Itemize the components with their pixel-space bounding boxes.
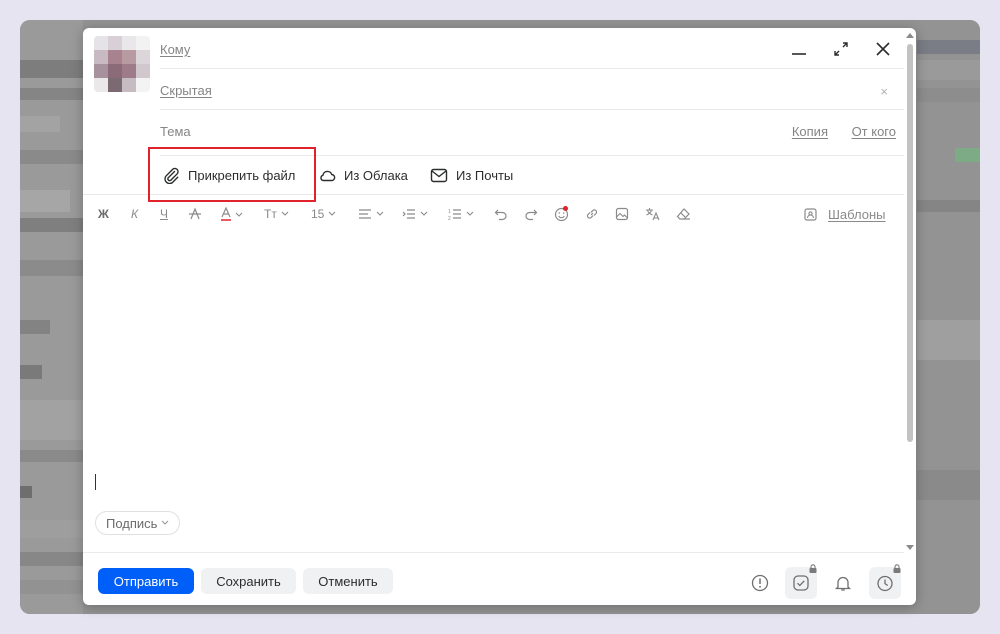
important-icon <box>751 574 769 592</box>
from-mail-button[interactable]: Из Почты <box>430 156 513 194</box>
svg-text:1: 1 <box>448 209 451 215</box>
text-style-icon: Тт <box>264 207 277 221</box>
minimize-button[interactable] <box>786 36 812 62</box>
important-button[interactable] <box>744 567 776 599</box>
strikethrough-button[interactable] <box>188 203 202 225</box>
underline-button[interactable]: Ч <box>160 203 168 225</box>
chevron-down-icon <box>281 211 289 216</box>
minimize-icon <box>792 53 806 55</box>
italic-button[interactable]: К <box>131 203 138 225</box>
templates-button[interactable]: Шаблоны <box>804 203 886 225</box>
close-icon <box>876 42 890 56</box>
templates-icon <box>804 207 817 221</box>
text-cursor <box>95 474 96 490</box>
compose-window: Кому Скрытая × Тема Копия От кого Прикре… <box>83 28 916 605</box>
link-icon <box>586 209 598 219</box>
list-icon: 12 <box>448 209 461 220</box>
avatar <box>94 36 150 92</box>
italic-icon: К <box>131 207 139 221</box>
cloud-icon <box>320 170 336 181</box>
chevron-down-icon <box>376 211 384 216</box>
clear-format-button[interactable] <box>676 203 691 225</box>
svg-text:2: 2 <box>448 216 451 220</box>
chevron-down-icon <box>466 211 474 216</box>
font-size-value: 15 <box>311 207 325 221</box>
subject-label[interactable]: Тема <box>160 124 191 139</box>
emoji-button[interactable] <box>554 203 569 225</box>
from-mail-label: Из Почты <box>456 167 514 183</box>
image-icon <box>615 207 629 221</box>
to-label[interactable]: Кому <box>160 42 190 57</box>
link-button[interactable] <box>585 203 599 225</box>
lock-icon <box>809 564 817 573</box>
undo-button[interactable] <box>494 203 508 225</box>
translate-icon <box>646 208 660 221</box>
text-style-button[interactable]: Тт <box>264 203 289 225</box>
send-button[interactable]: Отправить <box>98 568 194 594</box>
bcc-close-icon[interactable]: × <box>880 84 888 99</box>
redo-icon <box>525 209 538 221</box>
message-body[interactable] <box>83 233 904 551</box>
clear-format-icon <box>676 208 690 220</box>
expand-icon <box>834 42 848 56</box>
signature-dropdown[interactable]: Подпись <box>95 511 181 535</box>
align-button[interactable] <box>358 203 384 225</box>
envelope-icon <box>430 168 448 182</box>
expand-button[interactable] <box>828 36 854 62</box>
indent-button[interactable] <box>402 203 428 225</box>
bold-button[interactable]: Ж <box>98 203 109 225</box>
attach-file-highlight <box>148 147 316 202</box>
bcc-label[interactable]: Скрытая <box>160 83 212 98</box>
schedule-icon <box>877 575 893 592</box>
underline-icon: Ч <box>160 207 168 221</box>
receipt-button[interactable] <box>785 564 817 599</box>
indent-icon <box>402 209 415 219</box>
from-cloud-label: Из Облака <box>344 167 408 183</box>
scroll-down-arrow[interactable] <box>906 545 914 550</box>
bold-icon: Ж <box>98 207 109 221</box>
redo-button[interactable] <box>524 203 538 225</box>
image-button[interactable] <box>615 203 629 225</box>
cancel-button[interactable]: Отменить <box>303 568 393 594</box>
text-color-button[interactable] <box>220 203 244 225</box>
chevron-down-icon <box>162 520 169 525</box>
from-link[interactable]: От кого <box>852 124 896 139</box>
font-size-button[interactable]: 15 <box>311 203 336 225</box>
translate-button[interactable] <box>645 203 661 225</box>
templates-label: Шаблоны <box>828 206 886 222</box>
signature-label: Подпись <box>106 515 158 531</box>
list-button[interactable]: 12 <box>448 203 474 225</box>
strikethrough-icon <box>189 207 201 220</box>
text-color-icon <box>221 207 243 221</box>
chevron-down-icon <box>420 211 428 216</box>
emoji-notification-dot <box>563 206 568 211</box>
schedule-button[interactable] <box>869 564 901 599</box>
from-cloud-button[interactable]: Из Облака <box>318 156 408 194</box>
reminder-icon <box>834 576 852 591</box>
align-icon <box>359 209 371 219</box>
format-toolbar: Ж К Ч Тт 15 12 Шаблоны <box>93 203 896 225</box>
undo-icon <box>494 209 507 221</box>
close-window-button[interactable] <box>870 36 896 62</box>
lock-icon <box>893 564 901 573</box>
cc-link[interactable]: Копия <box>792 124 828 139</box>
reminder-button[interactable] <box>827 567 859 599</box>
compose-footer: Отправить Сохранить Отменить <box>83 552 904 605</box>
save-button[interactable]: Сохранить <box>201 568 296 594</box>
scroll-up-arrow[interactable] <box>906 33 914 38</box>
chevron-down-icon <box>328 211 336 216</box>
scrollbar-thumb[interactable] <box>907 44 913 442</box>
bcc-row[interactable]: Скрытая × <box>160 69 904 110</box>
receipt-icon <box>793 575 809 591</box>
